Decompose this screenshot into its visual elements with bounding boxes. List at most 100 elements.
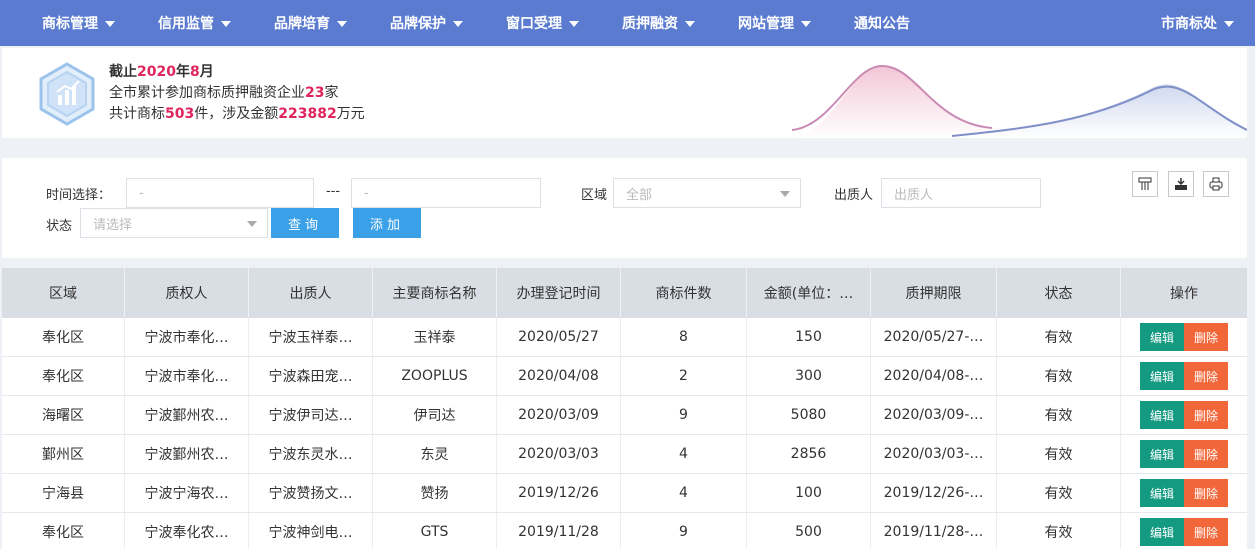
month-value: 8	[189, 64, 200, 80]
column-header[interactable]: 商标件数	[621, 268, 747, 318]
edit-button[interactable]: 编辑	[1140, 518, 1184, 546]
query-button[interactable]: 查询	[271, 208, 339, 238]
edit-button[interactable]: 编辑	[1140, 323, 1184, 351]
add-button[interactable]: 添加	[353, 208, 421, 238]
edit-button[interactable]: 编辑	[1140, 440, 1184, 468]
text: 家	[324, 85, 339, 101]
text: 全市累计参加商标质押融资企业	[109, 85, 305, 101]
nav-label: 商标管理	[42, 16, 98, 32]
region-label: 区域	[581, 188, 608, 203]
cell-pledgee: 宁波鄞州农…	[125, 396, 249, 434]
cell-pledgor: 宁波神剑电…	[249, 513, 373, 549]
nav-item-credit[interactable]: 信用监管	[158, 0, 231, 46]
chevron-down-icon	[337, 21, 347, 27]
banner-line-companies: 全市累计参加商标质押融资企业23家	[109, 83, 365, 104]
region-value: 全部	[626, 187, 653, 203]
cell-status: 有效	[997, 435, 1121, 473]
column-header[interactable]: 状态	[997, 268, 1121, 318]
cell-actions: 编辑 删除	[1121, 435, 1247, 473]
table-row[interactable]: 鄞州区 宁波鄞州农… 宁波东灵水… 东灵 2020/03/03 4 2856 2…	[2, 435, 1247, 474]
columns-icon[interactable]	[1132, 171, 1158, 197]
cell-status: 有效	[997, 513, 1121, 549]
cell-pledgor: 宁波森田宠…	[249, 357, 373, 395]
delete-button[interactable]: 删除	[1184, 401, 1228, 429]
export-icon[interactable]	[1168, 171, 1194, 197]
cell-amount: 300	[747, 357, 871, 395]
cell-pledgor: 宁波玉祥泰…	[249, 318, 373, 356]
delete-button[interactable]: 删除	[1184, 479, 1228, 507]
chevron-down-icon	[453, 21, 463, 27]
chevron-down-icon	[1224, 21, 1234, 27]
table-row[interactable]: 奉化区 宁波市奉化… 宁波森田宠… ZOOPLUS 2020/04/08 2 3…	[2, 357, 1247, 396]
cell-term: 2019/12/26-…	[871, 474, 997, 512]
nav-item-brand-protection[interactable]: 品牌保护	[390, 0, 463, 46]
cell-pledgee: 宁波鄞州农…	[125, 435, 249, 473]
nav-label: 网站管理	[738, 16, 794, 32]
cell-pledgee: 宁波市奉化…	[125, 357, 249, 395]
cell-status: 有效	[997, 318, 1121, 356]
grid-icon	[1138, 177, 1152, 190]
cell-trademark: 玉祥泰	[373, 318, 497, 356]
table-row[interactable]: 宁海县 宁波宁海农… 宁波赞扬文… 赞扬 2019/12/26 4 100 20…	[2, 474, 1247, 513]
delete-button[interactable]: 删除	[1184, 362, 1228, 390]
chevron-down-icon	[221, 21, 231, 27]
nav-item-notices[interactable]: 通知公告	[854, 0, 910, 46]
column-header[interactable]: 出质人	[249, 268, 373, 318]
cell-term: 2020/03/03-…	[871, 435, 997, 473]
cell-term: 2019/11/28-…	[871, 513, 997, 549]
user-menu[interactable]: 市商标处	[1161, 0, 1234, 46]
start-date-placeholder: -	[139, 185, 144, 201]
delete-button[interactable]: 删除	[1184, 440, 1228, 468]
cell-region: 奉化区	[2, 318, 125, 356]
status-placeholder: 请选择	[93, 217, 133, 233]
cell-date: 2020/03/03	[497, 435, 621, 473]
nav-item-trademark[interactable]: 商标管理	[42, 0, 115, 46]
add-label: 添加	[369, 217, 404, 233]
start-date-input[interactable]: -	[126, 178, 314, 208]
cell-date: 2019/12/26	[497, 474, 621, 512]
banner-text: 截止2020年8月 全市累计参加商标质押融资企业23家 共计商标503件，涉及金…	[109, 62, 365, 125]
cell-amount: 500	[747, 513, 871, 549]
region-select[interactable]: 全部	[613, 178, 801, 208]
cell-trademark: ZOOPLUS	[373, 357, 497, 395]
chevron-down-icon	[780, 191, 790, 197]
nav-item-site-admin[interactable]: 网站管理	[738, 0, 811, 46]
nav-item-window[interactable]: 窗口受理	[506, 0, 579, 46]
pledgor-input[interactable]: 出质人	[881, 178, 1041, 208]
delete-button[interactable]: 删除	[1184, 323, 1228, 351]
year-value: 2020	[137, 64, 176, 80]
nav-item-brand-cultivation[interactable]: 品牌培育	[274, 0, 347, 46]
cell-actions: 编辑 删除	[1121, 474, 1247, 512]
column-header[interactable]: 金额(单位：…	[747, 268, 871, 318]
cell-amount: 2856	[747, 435, 871, 473]
user-name: 市商标处	[1161, 16, 1217, 32]
column-header[interactable]: 质权人	[125, 268, 249, 318]
cell-date: 2020/05/27	[497, 318, 621, 356]
table-row[interactable]: 海曙区 宁波鄞州农… 宁波伊司达… 伊司达 2020/03/09 9 5080 …	[2, 396, 1247, 435]
status-select[interactable]: 请选择	[80, 208, 268, 238]
table-row[interactable]: 奉化区 宁波市奉化… 宁波玉祥泰… 玉祥泰 2020/05/27 8 150 2…	[2, 318, 1247, 357]
column-header[interactable]: 区域	[2, 268, 125, 318]
column-header[interactable]: 质押期限	[871, 268, 997, 318]
banner-line-date: 截止2020年8月	[109, 62, 365, 83]
column-header[interactable]: 办理登记时间	[497, 268, 621, 318]
column-header[interactable]: 主要商标名称	[373, 268, 497, 318]
table-row[interactable]: 奉化区 宁波奉化农… 宁波神剑电… GTS 2019/11/28 9 500 2…	[2, 513, 1247, 549]
edit-button[interactable]: 编辑	[1140, 401, 1184, 429]
text: 月	[199, 64, 214, 80]
cell-pledgor: 宁波赞扬文…	[249, 474, 373, 512]
delete-button[interactable]: 删除	[1184, 518, 1228, 546]
print-icon[interactable]	[1203, 171, 1229, 197]
nav-label: 窗口受理	[506, 16, 562, 32]
nav-label: 品牌培育	[274, 16, 330, 32]
cell-term: 2020/05/27-…	[871, 318, 997, 356]
nav-label: 质押融资	[622, 16, 678, 32]
cell-region: 鄞州区	[2, 435, 125, 473]
nav-label: 品牌保护	[390, 16, 446, 32]
cell-date: 2019/11/28	[497, 513, 621, 549]
cell-pledgee: 宁波市奉化…	[125, 318, 249, 356]
nav-item-pledge-finance[interactable]: 质押融资	[622, 0, 695, 46]
edit-button[interactable]: 编辑	[1140, 362, 1184, 390]
edit-button[interactable]: 编辑	[1140, 479, 1184, 507]
end-date-input[interactable]: -	[351, 178, 541, 208]
